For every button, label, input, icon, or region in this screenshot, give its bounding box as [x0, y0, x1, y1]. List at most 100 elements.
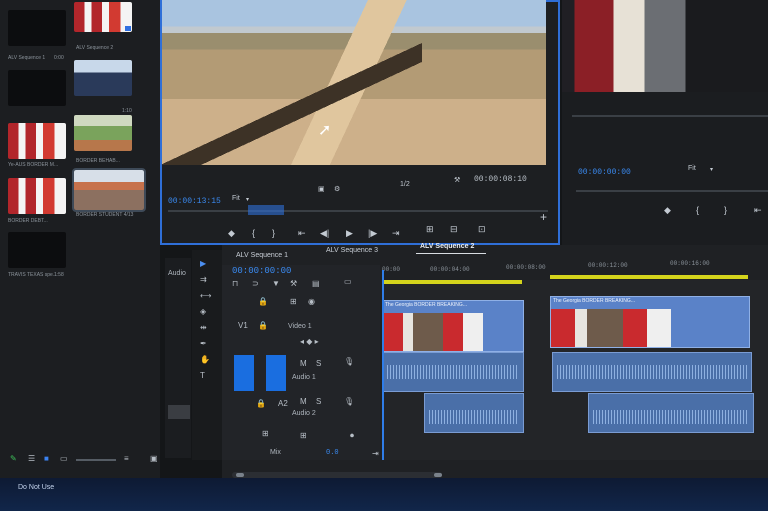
audio-clip[interactable] [588, 393, 754, 433]
audio-clip[interactable] [552, 352, 752, 392]
mark-in-icon[interactable]: { [696, 205, 699, 215]
pen-tool-icon[interactable]: ✒ [200, 340, 207, 348]
bin-thumb[interactable] [74, 60, 132, 96]
settings-icon[interactable]: ⚙ [334, 185, 340, 195]
a2-target-icon[interactable]: A2 [278, 400, 288, 408]
track-label-video-1: Video 1 [288, 323, 312, 330]
go-to-in-icon[interactable]: ⇤ [754, 205, 762, 215]
mix-mute-icon[interactable]: ⏺ [350, 432, 354, 440]
settings-icon[interactable]: ▭ [344, 278, 352, 286]
icon-view-icon[interactable]: ■ [44, 455, 49, 463]
wrench-icon[interactable]: ⚒ [454, 176, 460, 186]
linked-selection-icon[interactable]: ⊃ [252, 280, 259, 288]
keyframe-nav-icon[interactable]: ◂ ◆ ▸ [300, 338, 319, 346]
microphone-icon[interactable]: 🎙 [344, 398, 354, 406]
source-timecode[interactable]: 00:00:13:15 [168, 197, 221, 206]
export-frame-icon[interactable]: ▣ [318, 185, 325, 195]
tab-alv-sequence-3[interactable]: ALV Sequence 3 [326, 247, 378, 254]
lock-icon[interactable]: 🔒 [258, 298, 268, 306]
bin-thumb[interactable] [74, 2, 132, 32]
tab-alv-sequence-2[interactable]: ALV Sequence 2 [420, 243, 474, 250]
mark-in-icon[interactable]: { [252, 228, 255, 238]
solo-icon[interactable]: S [316, 398, 321, 406]
solo-icon[interactable]: S [316, 360, 321, 368]
tab-alv-sequence-1[interactable]: ALV Sequence 1 [236, 252, 288, 259]
work-area-bar[interactable] [550, 275, 748, 279]
video-clip[interactable]: The Georgia BORDER BREAKING... [550, 296, 750, 348]
waveform [557, 365, 747, 379]
go-to-end-icon[interactable]: ⇥ [372, 450, 379, 458]
type-tool-icon[interactable]: T [200, 372, 205, 380]
track-select-icon[interactable]: ⇉ [200, 276, 207, 284]
add-button-icon[interactable]: + [540, 211, 547, 223]
playhead[interactable] [382, 270, 384, 460]
mute-icon[interactable]: M [300, 398, 307, 406]
wrench-icon[interactable]: ⚒ [290, 280, 297, 288]
timeline-timecode[interactable]: 00:00:00:00 [232, 266, 291, 276]
mix-value[interactable]: 0.0 [326, 449, 339, 457]
bin-thumb[interactable] [8, 70, 66, 106]
program-scrub-bar[interactable] [576, 190, 768, 192]
hand-tool-icon[interactable]: ✋ [200, 356, 210, 364]
play-icon[interactable]: ▶ [346, 228, 353, 238]
mark-out-icon[interactable]: } [724, 205, 727, 215]
work-area-bar[interactable] [382, 280, 522, 284]
chevron-down-icon[interactable]: ▾ [246, 196, 249, 203]
bin-thumb[interactable] [8, 10, 66, 46]
add-marker-icon[interactable]: ◆ [664, 205, 671, 215]
source-in-out-range[interactable] [248, 205, 284, 215]
bin-thumb[interactable] [8, 178, 66, 214]
microphone-icon[interactable]: 🎙 [344, 358, 354, 366]
a1-source-patch[interactable] [234, 355, 254, 391]
ruler-tick: 00:00:16:00 [670, 260, 710, 267]
eye-icon[interactable]: ◉ [308, 298, 315, 306]
razor-tool-icon[interactable]: ◈ [200, 308, 206, 316]
audio-clip[interactable] [382, 352, 524, 392]
sort-icon[interactable]: ≡ [124, 455, 129, 463]
step-back-icon[interactable]: ◀| [320, 228, 329, 238]
v1-target-icon[interactable]: V1 [238, 322, 248, 330]
a1-target-patch[interactable] [266, 355, 286, 391]
clip-thumbnail [383, 313, 483, 351]
insert-icon[interactable]: ⊞ [426, 224, 434, 234]
bin-thumb[interactable] [74, 115, 132, 151]
folder-icon[interactable]: ▭ [60, 455, 68, 463]
audio-clip[interactable] [424, 393, 524, 433]
source-scrub-bar[interactable] [168, 210, 548, 212]
lock-icon[interactable]: 🔒 [256, 400, 266, 408]
camera-icon[interactable]: ⊡ [478, 224, 486, 234]
marker-icon[interactable]: ▼ [272, 280, 280, 288]
chevron-down-icon[interactable]: ▾ [710, 166, 713, 173]
scroll-handle-left[interactable] [236, 473, 244, 477]
program-timecode[interactable]: 00:00:00:00 [578, 168, 631, 177]
overwrite-icon[interactable]: ⊟ [450, 224, 458, 234]
bin-thumb[interactable] [8, 232, 66, 268]
ripple-edit-icon[interactable]: ⟷ [200, 292, 211, 300]
bin-thumb-selected[interactable] [72, 168, 146, 212]
selection-tool-icon[interactable]: ▶ [200, 260, 206, 268]
new-item-icon[interactable]: ▣ [150, 455, 158, 463]
bin-thumb[interactable] [8, 123, 66, 159]
mute-icon[interactable]: M [300, 360, 307, 368]
captions-icon[interactable]: ▤ [312, 280, 320, 288]
add-marker-icon[interactable]: ◆ [228, 228, 235, 238]
pencil-icon[interactable]: ✎ [10, 455, 17, 463]
mix-lock-icon[interactable]: ⊞ [262, 430, 269, 438]
lock-icon[interactable]: 🔒 [258, 322, 268, 330]
step-forward-icon[interactable]: |▶ [368, 228, 377, 238]
snap-icon[interactable]: ⊓ [232, 280, 238, 288]
go-to-out-icon[interactable]: ⇥ [392, 228, 400, 238]
program-fit-dropdown[interactable]: Fit [688, 165, 696, 172]
video-clip[interactable]: The Georgia BORDER BREAKING... [382, 300, 524, 352]
mark-out-icon[interactable]: } [272, 228, 275, 238]
slip-tool-icon[interactable]: ⇹ [200, 324, 207, 332]
mix-icon[interactable]: ⊞ [300, 432, 307, 440]
source-fit-dropdown[interactable]: Fit [232, 195, 240, 202]
list-view-icon[interactable]: ☰ [28, 455, 35, 463]
go-to-in-icon[interactable]: ⇤ [298, 228, 306, 238]
resolution-dropdown[interactable]: 1/2 [400, 181, 410, 188]
sync-lock-icon[interactable]: ⊞ [290, 298, 297, 306]
ruler-tick: 00:00:12:00 [588, 262, 628, 269]
zoom-slider[interactable] [76, 459, 116, 461]
scroll-handle-right[interactable] [434, 473, 442, 477]
